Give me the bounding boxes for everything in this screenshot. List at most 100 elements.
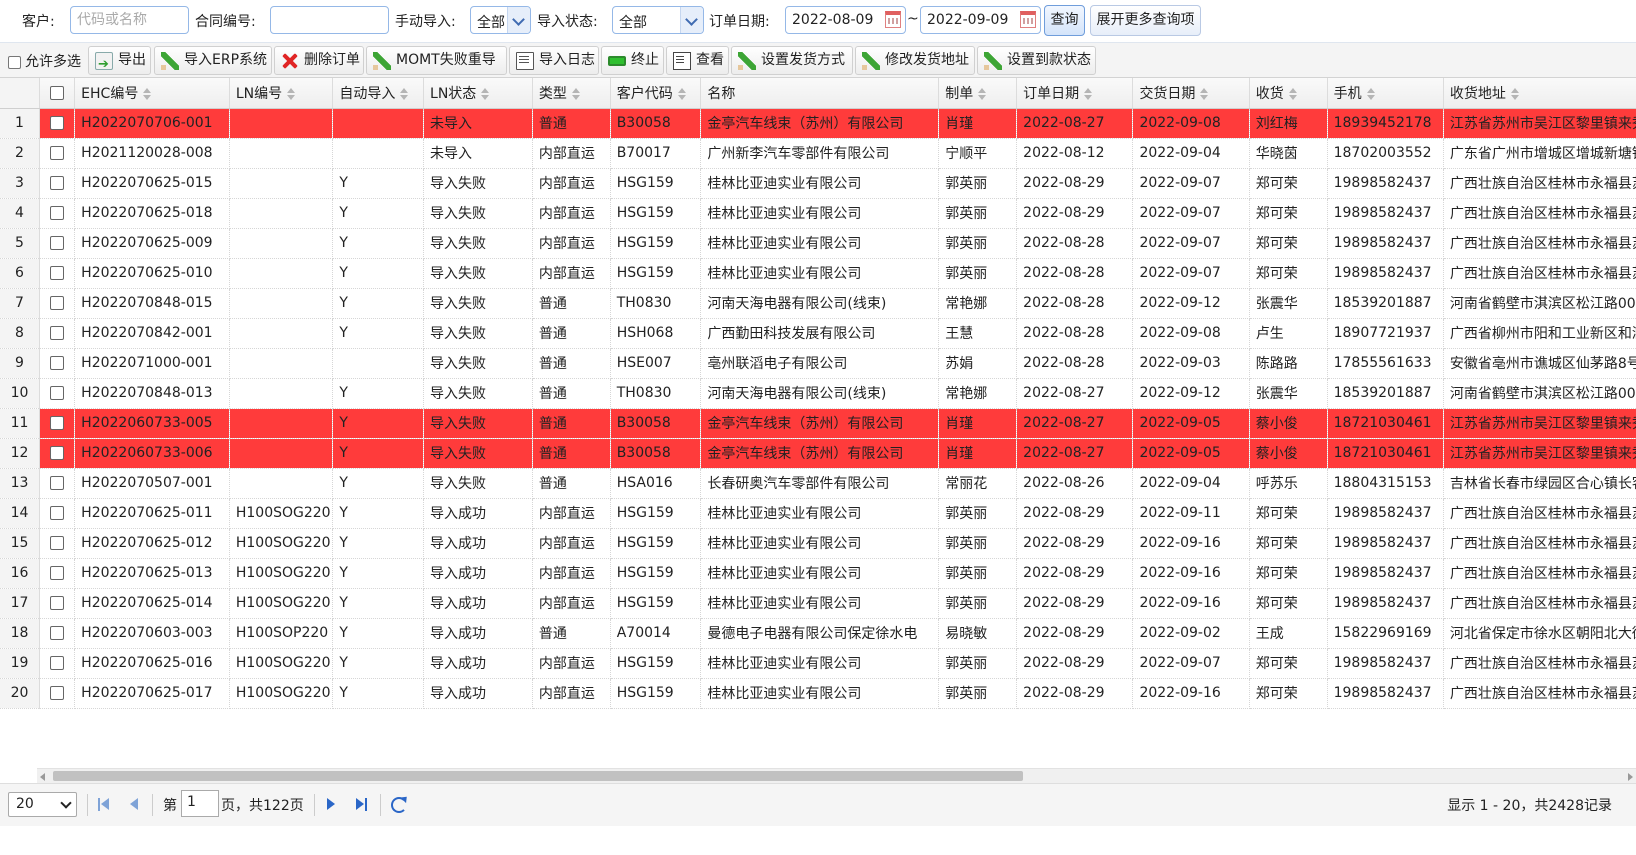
sort-icon[interactable] (1366, 87, 1375, 100)
date-to-input[interactable]: 2022-09-09 (920, 6, 1041, 34)
row-select-checkbox[interactable] (39, 228, 76, 259)
refresh-icon[interactable] (391, 797, 407, 813)
checkbox-icon[interactable] (50, 596, 65, 610)
table-row[interactable]: 17 H2022070625-014 H100SOG220 Y 导入成功 内部直运 HSG1… (0, 588, 1636, 619)
row-select-checkbox[interactable] (39, 348, 76, 379)
row-select-checkbox[interactable] (39, 588, 76, 619)
column-header[interactable]: 订单日期 (1016, 78, 1134, 109)
chevron-down-icon[interactable] (680, 7, 703, 33)
checkbox-icon[interactable] (50, 656, 65, 670)
next-page-icon[interactable] (324, 798, 338, 812)
contract-input[interactable] (270, 6, 389, 34)
row-select-checkbox[interactable] (39, 258, 76, 289)
column-header[interactable]: 名称 (700, 78, 940, 109)
table-row[interactable]: 6 H2022070625-010 Y 导入失败 内部直运 HSG159 桂林比亚迪实业有限… (0, 258, 1636, 289)
table-row[interactable]: 4 H2022070625-018 Y 导入失败 内部直运 HSG159 桂林比亚迪实业有限… (0, 198, 1636, 229)
checkbox-icon[interactable] (50, 626, 65, 640)
select-all-checkbox[interactable] (39, 78, 76, 109)
row-select-checkbox[interactable] (39, 198, 76, 229)
row-select-checkbox[interactable] (39, 498, 76, 529)
row-select-checkbox[interactable] (39, 168, 76, 199)
date-from-input[interactable]: 2022-08-09 (785, 6, 906, 34)
table-row[interactable]: 14 H2022070625-011 H100SOG220 Y 导入成功 内部直运 HSG1… (0, 498, 1636, 529)
sort-icon[interactable] (1510, 87, 1519, 100)
table-row[interactable]: 15 H2022070625-012 H100SOG220 Y 导入成功 内部直运 HSG1… (0, 528, 1636, 559)
scroll-right-icon[interactable] (1628, 773, 1633, 781)
page-size-select[interactable]: 20 (8, 792, 77, 817)
table-row[interactable]: 20 H2022070625-017 H100SOG220 Y 导入成功 内部直运 HSG1… (0, 678, 1636, 709)
column-header[interactable]: LN编号 (229, 78, 334, 109)
table-row[interactable]: 18 H2022070603-003 H100SOP220 Y 导入成功 普通 A70014… (0, 618, 1636, 649)
table-row[interactable]: 10 H2022070848-013 Y 导入失败 普通 TH0830 河南天海电器有限公司… (0, 378, 1636, 409)
row-select-checkbox[interactable] (39, 288, 76, 319)
allow-multi-select-checkbox[interactable]: 允许多选 (8, 51, 81, 71)
sort-icon[interactable] (571, 87, 580, 100)
table-row[interactable]: 2 H2021120028-008 未导入 内部直运 B70017 广州新李汽车零部件有限… (0, 138, 1636, 169)
table-row[interactable]: 5 H2022070625-009 Y 导入失败 内部直运 HSG159 桂林比亚迪实业有限… (0, 228, 1636, 259)
table-row[interactable]: 7 H2022070848-015 Y 导入失败 普通 TH0830 河南天海电器有限公司(… (0, 288, 1636, 319)
checkbox-icon[interactable] (50, 176, 65, 190)
sort-icon[interactable] (481, 87, 490, 100)
scroll-left-icon[interactable] (40, 773, 45, 781)
column-header[interactable]: EHC编号 (74, 78, 230, 109)
prev-page-icon[interactable] (127, 798, 141, 812)
last-page-icon[interactable] (356, 798, 370, 812)
checkbox-icon[interactable] (50, 506, 65, 520)
row-select-checkbox[interactable] (39, 648, 76, 679)
checkbox-icon[interactable] (50, 85, 65, 100)
row-select-checkbox[interactable] (39, 438, 76, 469)
calendar-icon[interactable] (885, 11, 901, 28)
sort-icon[interactable] (1288, 87, 1297, 100)
sort-icon[interactable] (143, 87, 152, 100)
column-header[interactable]: 制单 (938, 78, 1018, 109)
table-row[interactable]: 11 H2022060733-005 Y 导入失败 普通 B30058 金亭汽车线束（苏州）… (0, 408, 1636, 439)
expand-more-filters-button[interactable]: 展开更多查询项 (1090, 5, 1201, 36)
table-row[interactable]: 8 H2022070842-001 Y 导入失败 普通 HSH068 广西勤田科技发展有限公… (0, 318, 1636, 349)
column-header[interactable]: LN状态 (423, 78, 533, 109)
set-ship-method-button[interactable]: 设置发货方式 (731, 46, 853, 75)
edit-ship-address-button[interactable]: 修改发货地址 (855, 46, 975, 75)
chevron-down-icon[interactable] (507, 7, 530, 33)
checkbox-icon[interactable] (8, 55, 21, 69)
sort-icon[interactable] (400, 87, 409, 100)
set-payment-status-button[interactable]: 设置到款状态 (977, 46, 1096, 75)
column-header[interactable]: 收货 (1249, 78, 1328, 109)
sort-icon[interactable] (978, 87, 987, 100)
delete-order-button[interactable]: 删除订单 (274, 46, 364, 75)
first-page-icon[interactable] (98, 798, 112, 812)
row-select-checkbox[interactable] (39, 528, 76, 559)
scrollbar-thumb[interactable] (53, 771, 1023, 781)
terminate-button[interactable]: 终止 (601, 46, 664, 75)
view-button[interactable]: 查看 (666, 46, 729, 75)
table-row[interactable]: 3 H2022070625-015 Y 导入失败 内部直运 HSG159 桂林比亚迪实业有限… (0, 168, 1636, 199)
column-header[interactable]: 自动导入 (332, 78, 425, 109)
column-header[interactable]: 手机 (1327, 78, 1444, 109)
checkbox-icon[interactable] (50, 356, 65, 370)
checkbox-icon[interactable] (50, 476, 65, 490)
query-button[interactable]: 查询 (1044, 5, 1085, 36)
table-row[interactable]: 16 H2022070625-013 H100SOG220 Y 导入成功 内部直运 HSG1… (0, 558, 1636, 589)
row-select-checkbox[interactable] (39, 558, 76, 589)
horizontal-scrollbar[interactable] (37, 768, 1636, 783)
import-erp-button[interactable]: 导入ERP系统 (154, 46, 272, 75)
customer-input[interactable]: 代码或名称 (70, 6, 189, 34)
checkbox-icon[interactable] (50, 686, 65, 700)
row-select-checkbox[interactable] (39, 408, 76, 439)
calendar-icon[interactable] (1020, 11, 1036, 28)
checkbox-icon[interactable] (50, 296, 65, 310)
checkbox-icon[interactable] (50, 446, 65, 460)
row-select-checkbox[interactable] (39, 468, 76, 499)
checkbox-icon[interactable] (50, 236, 65, 250)
checkbox-icon[interactable] (50, 386, 65, 400)
chevron-down-icon[interactable] (60, 797, 72, 809)
sort-icon[interactable] (677, 87, 686, 100)
checkbox-icon[interactable] (50, 536, 65, 550)
manual-import-select[interactable]: 全部 (470, 6, 531, 34)
checkbox-icon[interactable] (50, 146, 65, 160)
export-button[interactable]: 导出 (88, 46, 151, 78)
column-header[interactable]: 收货地址 (1443, 78, 1636, 109)
checkbox-icon[interactable] (50, 206, 65, 220)
momt-reimport-button[interactable]: MOMT失败重导 (366, 46, 507, 75)
row-select-checkbox[interactable] (39, 108, 76, 139)
column-header[interactable]: 类型 (532, 78, 611, 109)
